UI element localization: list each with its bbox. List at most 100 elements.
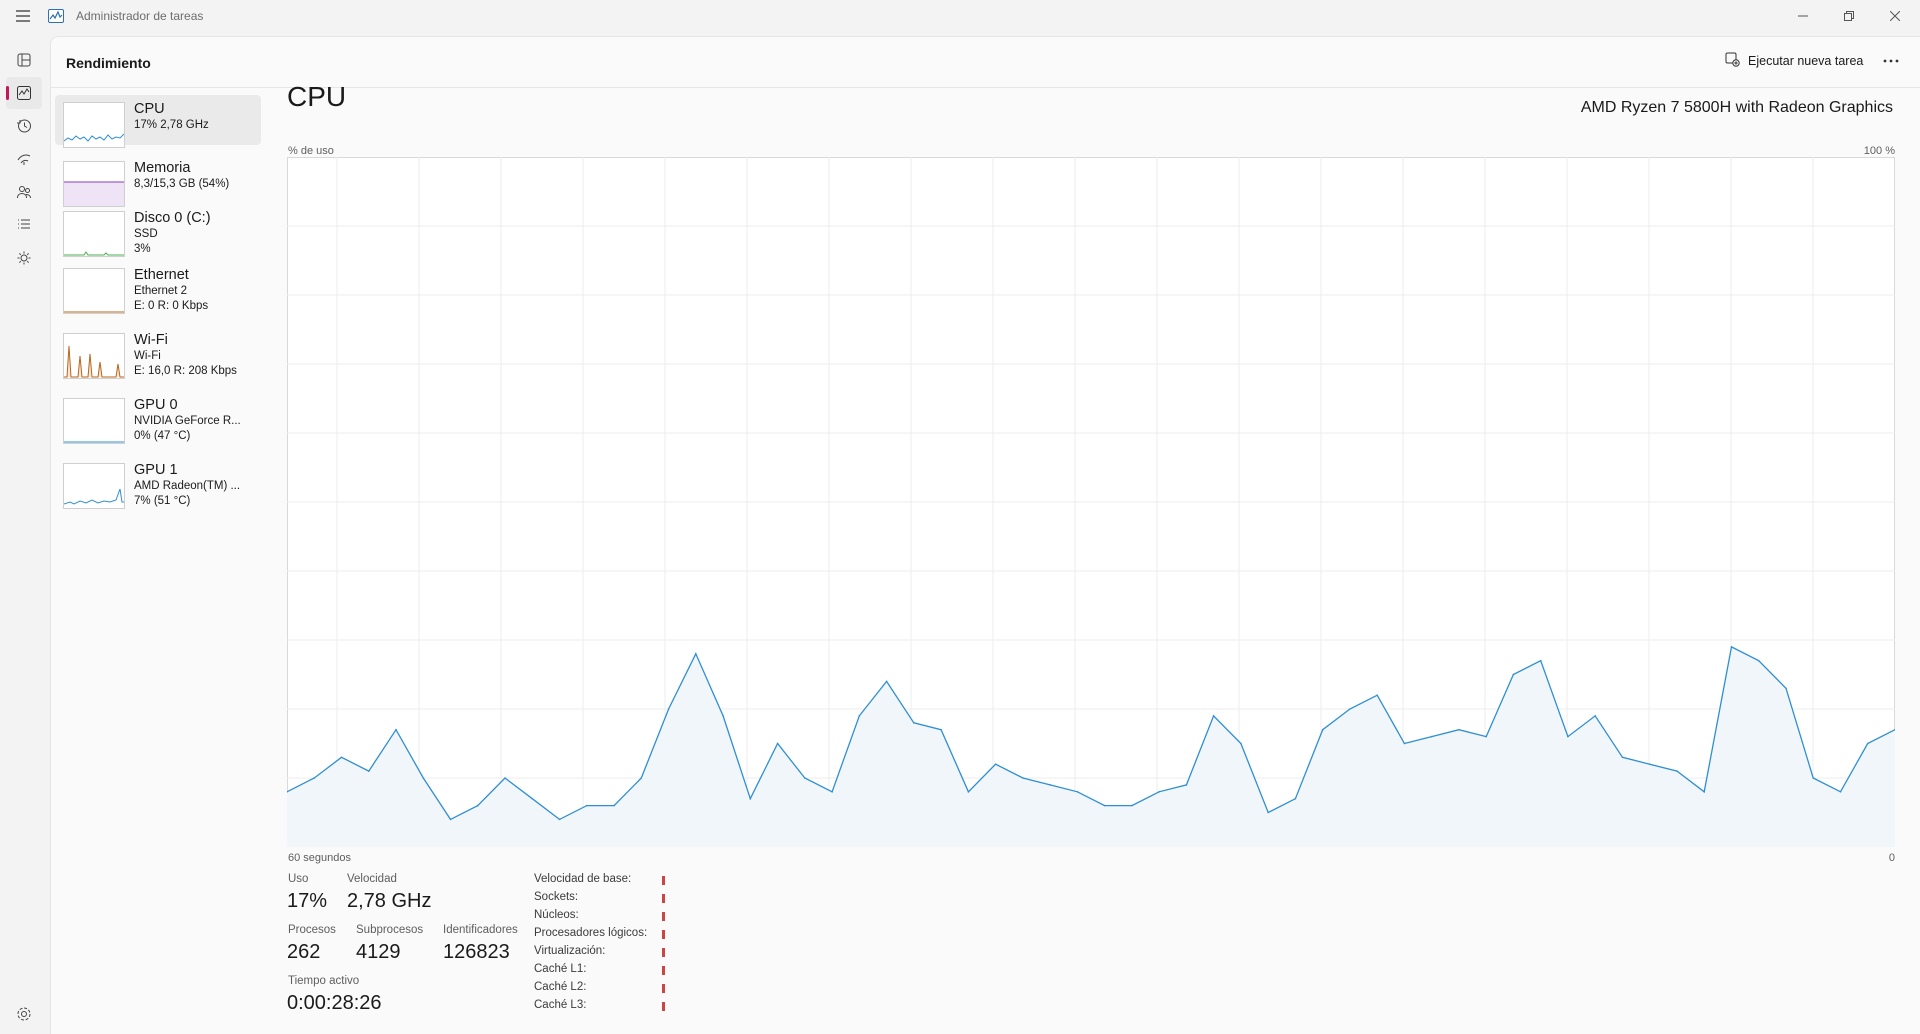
threads-label: Subprocesos — [356, 924, 424, 936]
cpu-usage-point — [967, 791, 970, 793]
cpu-title: CPU — [287, 81, 347, 112]
cpu-usage-point — [1730, 646, 1733, 648]
x-axis-left-label: 60 segundos — [288, 852, 351, 864]
gear-icon[interactable] — [12, 1002, 36, 1026]
device-name: Wi-Fi — [134, 332, 168, 348]
device-item-wi-fi[interactable]: Wi-Fi Wi-Fi E: 16,0 R: 208 Kbps — [55, 327, 261, 389]
device-detail-line: Wi-Fi — [134, 350, 161, 362]
cpu-usage-point — [1349, 708, 1351, 710]
app-history-icon[interactable] — [6, 110, 42, 142]
device-thumbnail-graph — [63, 211, 125, 257]
cpu-usage-point — [1676, 770, 1678, 772]
cpu-usage-point — [395, 728, 397, 731]
device-detail-line: 0% (47 °C) — [134, 430, 191, 442]
cpu-usage-point — [1785, 687, 1787, 690]
device-item-gpu-0[interactable]: GPU 0 NVIDIA GeForce R... 0% (47 °C) — [55, 392, 261, 454]
cpu-usage-point — [831, 791, 833, 793]
users-icon[interactable] — [6, 176, 42, 208]
cpu-usage-point — [1376, 694, 1378, 696]
spec-value-clipped — [662, 930, 665, 939]
startup-apps-icon[interactable] — [6, 143, 42, 175]
cpu-usage-point — [1131, 804, 1133, 807]
device-detail-line: SSD — [134, 228, 158, 240]
more-icon[interactable] — [1877, 49, 1905, 73]
device-name: Memoria — [134, 160, 191, 176]
cpu-usage-point — [613, 804, 615, 807]
device-name: Disco 0 (C:) — [134, 210, 211, 226]
handles-label: Identificadores — [443, 924, 518, 936]
device-detail-line: 17% 2,78 GHz — [134, 119, 209, 131]
cpu-usage-point — [722, 715, 724, 717]
hamburger-menu-icon[interactable] — [12, 6, 34, 26]
cpu-usage-point — [940, 728, 942, 731]
y-axis-label: % de uso — [288, 145, 334, 157]
cpu-usage-point — [1022, 777, 1024, 779]
spec-label: Caché L1: — [534, 963, 587, 975]
nav-rail — [0, 36, 48, 1033]
cpu-usage-point — [449, 818, 452, 821]
run-new-task-button[interactable]: Ejecutar nueva tarea — [1725, 52, 1863, 70]
device-detail-line: NVIDIA GeForce R... — [134, 415, 241, 427]
cpu-usage-point — [804, 777, 806, 779]
spec-label: Caché L3: — [534, 999, 587, 1011]
threads-value: 4129 — [356, 941, 401, 963]
restore-icon[interactable] — [1826, 0, 1872, 32]
device-thumbnail-graph — [63, 268, 125, 314]
spec-value-clipped — [662, 984, 665, 993]
cpu-usage-point — [1512, 673, 1515, 676]
cpu-usage-point — [1839, 791, 1842, 793]
processes-value: 262 — [287, 941, 321, 963]
device-detail-line: 8,3/15,3 GB (54%) — [134, 178, 230, 190]
cpu-usage-point — [1158, 791, 1160, 793]
cpu-usage-point — [558, 818, 561, 821]
minimize-icon[interactable] — [1780, 0, 1826, 32]
device-item-disco-0-c[interactable]: Disco 0 (C:) SSD 3% — [55, 205, 261, 265]
details-icon[interactable] — [6, 209, 42, 241]
cpu-usage-point — [885, 680, 888, 683]
cpu-usage-point — [531, 797, 534, 800]
cpu-usage-point — [1430, 735, 1433, 738]
spec-label: Procesadores lógicos: — [534, 927, 648, 939]
cpu-usage-point — [1621, 756, 1624, 759]
cpu-usage-point — [1076, 791, 1079, 793]
cpu-usage-point — [1648, 763, 1651, 765]
run-new-task-label: Ejecutar nueva tarea — [1748, 54, 1864, 68]
device-detail-line: Ethernet 2 — [134, 285, 188, 297]
spec-label: Virtualización: — [534, 945, 606, 957]
device-detail-line: E: 0 R: 0 Kbps — [134, 300, 209, 312]
spec-label: Núcleos: — [534, 909, 579, 921]
speed-value: 2,78 GHz — [347, 890, 432, 912]
cpu-usage-point — [1212, 715, 1215, 717]
spec-value-clipped — [662, 876, 665, 885]
cpu-usage-point — [368, 770, 370, 772]
cpu-usage-point — [1185, 784, 1188, 786]
device-detail-line: AMD Radeon(TM) ... — [134, 480, 241, 492]
close-icon[interactable] — [1872, 0, 1918, 32]
device-thumbnail-graph — [63, 102, 125, 148]
device-thumbnail-graph — [63, 463, 125, 509]
device-item-cpu[interactable]: CPU 17% 2,78 GHz — [55, 95, 261, 148]
cpu-usage-point — [749, 797, 752, 800]
cpu-usage-point — [1567, 735, 1569, 738]
window-title: Administrador de tareas — [76, 9, 204, 23]
device-item-gpu-1[interactable]: GPU 1 AMD Radeon(TM) ... 7% (51 °C) — [55, 457, 261, 519]
processes-icon[interactable] — [6, 44, 42, 76]
content-pane: Rendimiento Ejecutar nueva tarea CPU 17% … — [50, 36, 1920, 1034]
cpu-usage-point — [340, 756, 343, 759]
device-item-ethernet[interactable]: Ethernet Ethernet 2 E: 0 R: 0 Kbps — [55, 262, 261, 324]
spec-value-clipped — [662, 894, 665, 903]
cpu-usage-point — [1539, 659, 1542, 662]
performance-icon[interactable] — [6, 77, 42, 109]
cpu-usage-point — [313, 777, 316, 779]
cpu-usage-point — [586, 804, 588, 807]
device-item-memoria[interactable]: Memoria 8,3/15,3 GB (54%) — [55, 155, 261, 207]
cpu-usage-point — [640, 777, 643, 779]
uptime-value: 0:00:28:26 — [287, 992, 382, 1014]
services-icon[interactable] — [6, 242, 42, 274]
device-thumbnail-graph — [63, 333, 125, 379]
cpu-usage-point — [1049, 784, 1051, 786]
spec-value-clipped — [662, 948, 665, 957]
cpu-usage-point — [667, 708, 670, 710]
cpu-usage-point — [504, 777, 506, 779]
cpu-usage-point — [422, 777, 425, 779]
